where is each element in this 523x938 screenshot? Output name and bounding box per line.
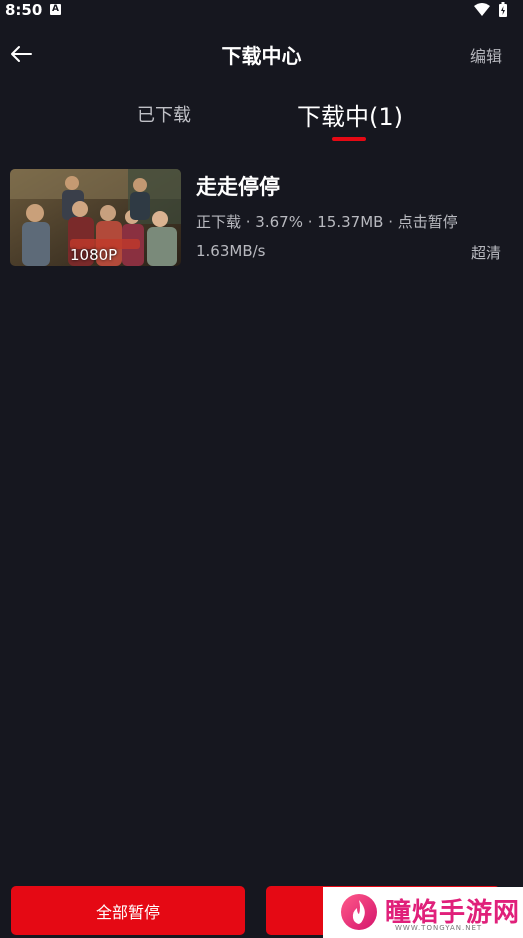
- tab-downloaded[interactable]: 已下载: [114, 92, 214, 136]
- active-tab-indicator: [332, 137, 366, 141]
- header: 下载中心 编辑: [0, 30, 523, 78]
- status-bar: 8:50 A: [0, 0, 523, 22]
- edit-button[interactable]: 编辑: [470, 43, 502, 67]
- battery-icon: [499, 2, 507, 17]
- watermark-subtext: WWW.TONGYAN.NET: [395, 924, 483, 932]
- tab-bar: 已下载 下载中(1): [0, 92, 523, 144]
- watermark: 瞳焰手游网 WWW.TONGYAN.NET: [323, 887, 523, 938]
- video-title: 走走停停: [196, 175, 280, 199]
- wifi-icon: [474, 3, 490, 16]
- download-quality: 超清: [470, 244, 501, 262]
- download-speed: 1.63MB/s: [196, 242, 266, 260]
- pause-all-button[interactable]: 全部暂停: [11, 886, 245, 935]
- tab-downloading[interactable]: 下载中(1): [278, 92, 422, 136]
- quality-badge: 1080P: [70, 246, 118, 264]
- flame-logo-icon: [341, 894, 377, 930]
- download-status[interactable]: 正下载 · 3.67% · 15.37MB · 点击暂停: [196, 211, 458, 232]
- a-box-icon: A: [50, 4, 61, 15]
- page-title: 下载中心: [221, 44, 302, 68]
- download-center-screen: 8:50 A 下载中心 编辑 已下载 下载中(1) 1080P 走走停停 正下载…: [0, 0, 523, 938]
- video-thumbnail: 1080P: [10, 169, 181, 266]
- download-item[interactable]: 1080P 走走停停 正下载 · 3.67% · 15.37MB · 点击暂停 …: [10, 169, 513, 267]
- status-time: 8:50: [5, 1, 43, 19]
